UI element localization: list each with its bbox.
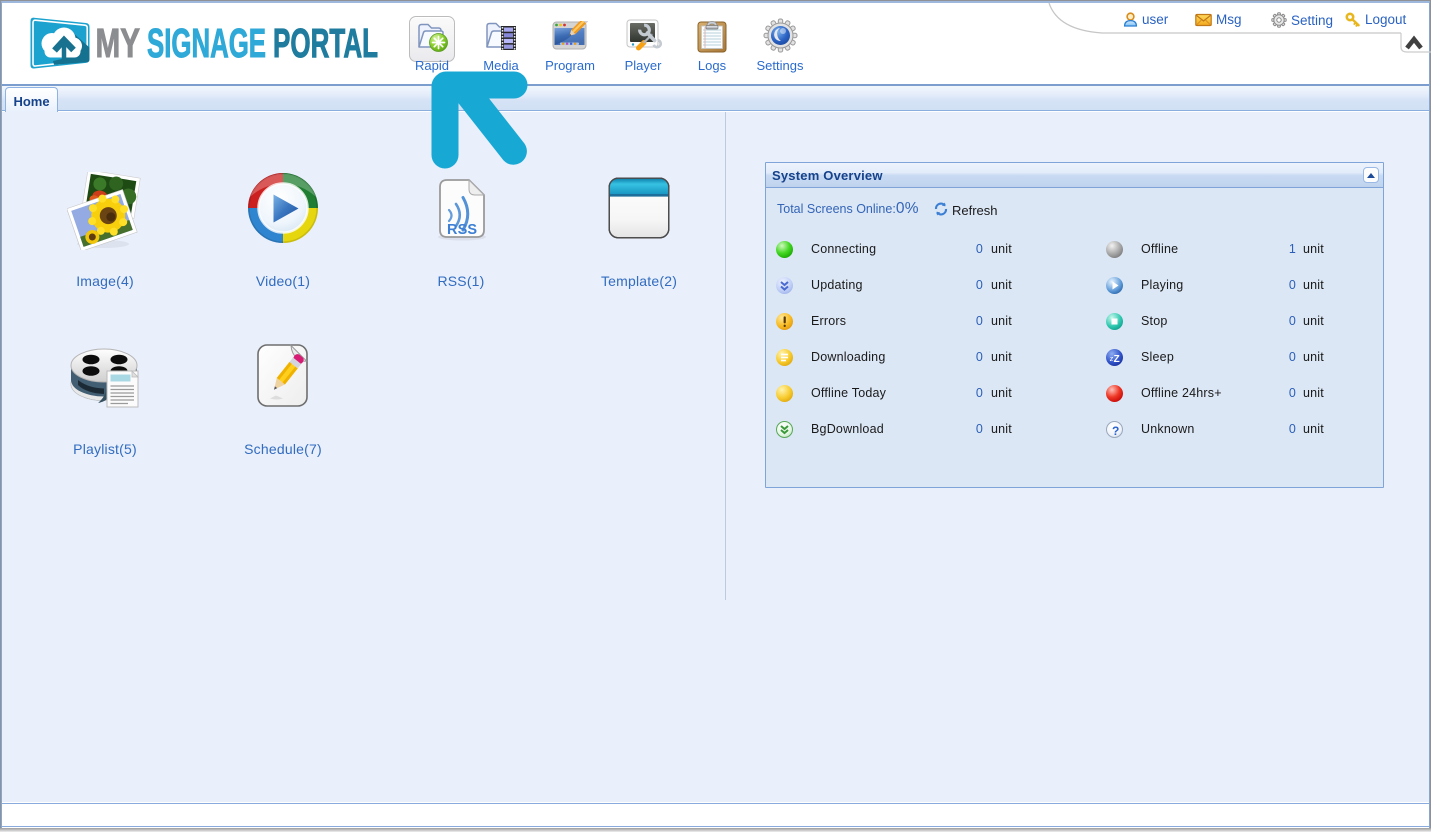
svg-text:SIGNAGE: SIGNAGE xyxy=(147,20,266,66)
svg-text:PORTAL: PORTAL xyxy=(273,20,378,66)
svg-text:Z: Z xyxy=(1114,354,1120,365)
svg-text:RSS: RSS xyxy=(447,222,477,238)
svg-text:MY: MY xyxy=(96,20,141,66)
svg-text:?: ? xyxy=(1112,424,1120,438)
